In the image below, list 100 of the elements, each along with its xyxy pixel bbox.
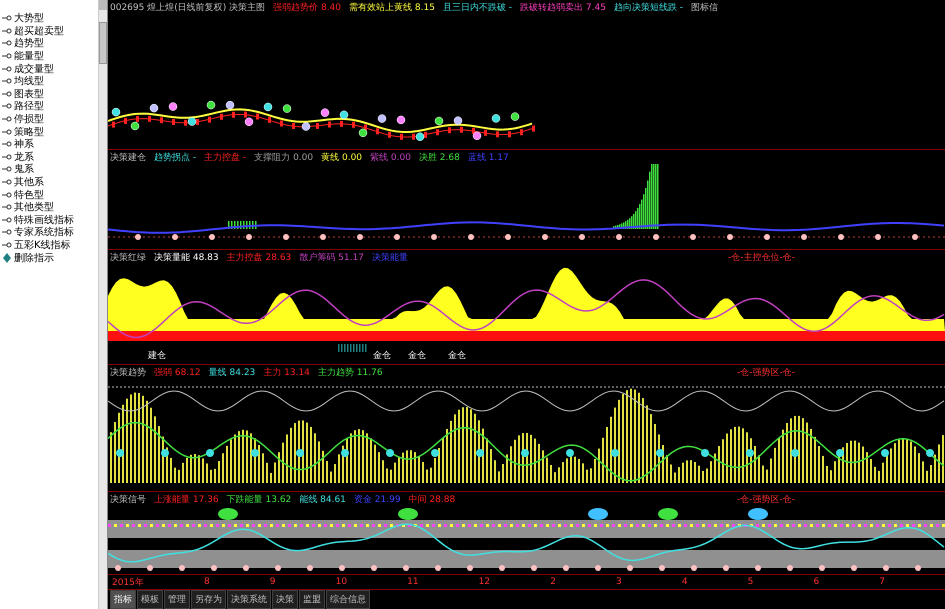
sidebar-item[interactable]: 特殊画线指标 [0, 214, 98, 226]
panel-title: 002695 煌上煌(日线前复权) 决策主图 [110, 2, 266, 14]
sidebar-item[interactable]: 龙系 [0, 150, 98, 164]
sidebar-item[interactable]: 其他系 [0, 176, 98, 188]
axis-label: 8 [204, 577, 210, 587]
sidebar-item[interactable]: 停损型 [0, 112, 98, 126]
indicator-value: 散户筹码 51.17 [299, 252, 364, 264]
axis-label: 10 [336, 577, 348, 587]
sidebar-item[interactable]: 特色型 [0, 188, 98, 201]
link-icon [2, 216, 12, 224]
sidebar-item[interactable]: 能量型 [0, 50, 98, 62]
sidebar-item[interactable]: 神系 [0, 138, 98, 151]
sidebar-item[interactable]: 图表型 [0, 88, 98, 100]
tab[interactable]: 决策 [272, 590, 298, 609]
tab[interactable]: 管理 [164, 590, 190, 609]
sidebar-item[interactable]: 其他类型 [0, 200, 98, 214]
sidebar-item[interactable]: 均线型 [0, 74, 98, 88]
axis-label: 6 [813, 577, 820, 587]
sidebar-item[interactable]: 成交量型 [0, 62, 98, 75]
indicator-value: 且三日内不跌破 - [442, 2, 512, 14]
sidebar-item[interactable]: 超买超卖型 [0, 24, 98, 38]
indicator-value: 主力控盘 28.63 [226, 252, 292, 264]
link-icon [2, 152, 12, 161]
sidebar-item[interactable]: 鬼系 [0, 163, 98, 176]
pin-icon [2, 252, 12, 263]
tab[interactable]: 另存为 [191, 590, 226, 609]
link-icon [2, 240, 12, 249]
sidebar-item[interactable]: 策略型 [0, 125, 98, 138]
link-icon [2, 203, 12, 212]
axis-label: 7 [879, 577, 885, 587]
tab[interactable]: 指标 [110, 590, 136, 609]
link-icon [2, 64, 12, 73]
indicator-value: 趋势拐点 - [154, 152, 196, 164]
axis-label: 5 [748, 577, 754, 587]
panel-title: 决策建仓 [110, 152, 146, 164]
link-icon [2, 102, 12, 110]
link-icon [2, 178, 12, 186]
indicator-value: 强弱趋势价 8.40 [273, 2, 342, 14]
sidebar-item[interactable]: 删除指示 [0, 251, 98, 264]
indicator-value: 蓝线 1.17 [468, 152, 509, 164]
axis-label: 2 [550, 577, 556, 587]
volume-bar-series [338, 344, 366, 352]
scrollbar[interactable] [98, 0, 107, 609]
axis-label: 2015年 [112, 576, 144, 588]
signal-label: 金仓 [373, 350, 391, 362]
zone-label: -仓-强势区-仓- [737, 366, 795, 379]
sidebar-item[interactable]: 五彩K线指标 [0, 238, 98, 252]
link-icon [2, 14, 12, 22]
indicator-value: 决策量能 48.83 [154, 252, 219, 264]
indicator-value: 强弱 68.12 [154, 366, 201, 378]
indicator-value: 主力趋势 11.76 [318, 366, 383, 378]
indicator-value: 跌破转趋弱卖出 7.45 [520, 2, 606, 14]
axis-label: 3 [616, 577, 622, 587]
link-icon [2, 190, 12, 199]
link-icon [2, 90, 12, 98]
tab[interactable]: 综合信息 [326, 590, 370, 609]
link-icon [2, 228, 12, 236]
panel-title: 决策信号 [110, 494, 146, 506]
indicator-value: 中间 28.88 [408, 494, 456, 506]
indicator-value: 需有效站上黄线 8.15 [349, 2, 435, 14]
link-icon [2, 165, 12, 174]
indicator-value: 决胜 2.68 [418, 152, 460, 164]
link-icon [2, 26, 12, 35]
link-icon [2, 140, 12, 148]
indicator-value: 能线 84.61 [299, 494, 346, 506]
indicator-value: 上涨能量 17.36 [154, 494, 219, 506]
axis-label: 9 [270, 577, 276, 587]
axis-label: 11 [407, 577, 419, 587]
tab[interactable]: 模板 [137, 590, 163, 609]
zone-label: -仓-强势区-仓- [737, 493, 795, 506]
link-icon [2, 52, 12, 60]
link-icon [2, 128, 12, 136]
signal-label: 金仓 [448, 350, 466, 362]
indicator-value: 资金 21.99 [354, 494, 401, 506]
tab[interactable]: 决策系统 [227, 590, 271, 609]
axis-label: 12 [478, 577, 490, 587]
axis-label: 4 [682, 577, 688, 587]
indicator-value: 主力控盘 - [204, 152, 246, 164]
indicator-value: 支撑阻力 0.00 [254, 152, 314, 164]
sidebar-item[interactable]: 趋势型 [0, 37, 98, 50]
link-icon [2, 77, 12, 86]
sidebar-item[interactable]: 大势型 [0, 12, 98, 25]
tab[interactable]: 监盟 [299, 590, 325, 609]
link-icon [2, 39, 12, 48]
indicator-value: 下跌能量 13.62 [226, 494, 292, 506]
sidebar-item[interactable]: 路径型 [0, 100, 98, 113]
signal-label: 建仓 [148, 350, 166, 362]
panel-title: 决策红绿 [110, 252, 146, 264]
signal-label: 金仓 [408, 350, 426, 362]
indicator-value: 紫线 0.00 [370, 152, 411, 164]
link-icon [2, 115, 12, 124]
indicator-value: 决策能量 [372, 252, 408, 264]
sidebar-item[interactable]: 专家系统指标 [0, 226, 98, 239]
indicator-value: 图标信 [691, 2, 718, 14]
zone-label: -仓-主控仓位-仓- [728, 251, 795, 264]
panel-title: 决策趋势 [110, 366, 146, 378]
indicator-value: 趋向决策短线跌 - [614, 2, 684, 14]
indicator-value: 主力 13.14 [263, 366, 310, 378]
indicator-value: 量线 84.23 [208, 366, 256, 378]
indicator-value: 黄线 0.00 [321, 152, 362, 164]
